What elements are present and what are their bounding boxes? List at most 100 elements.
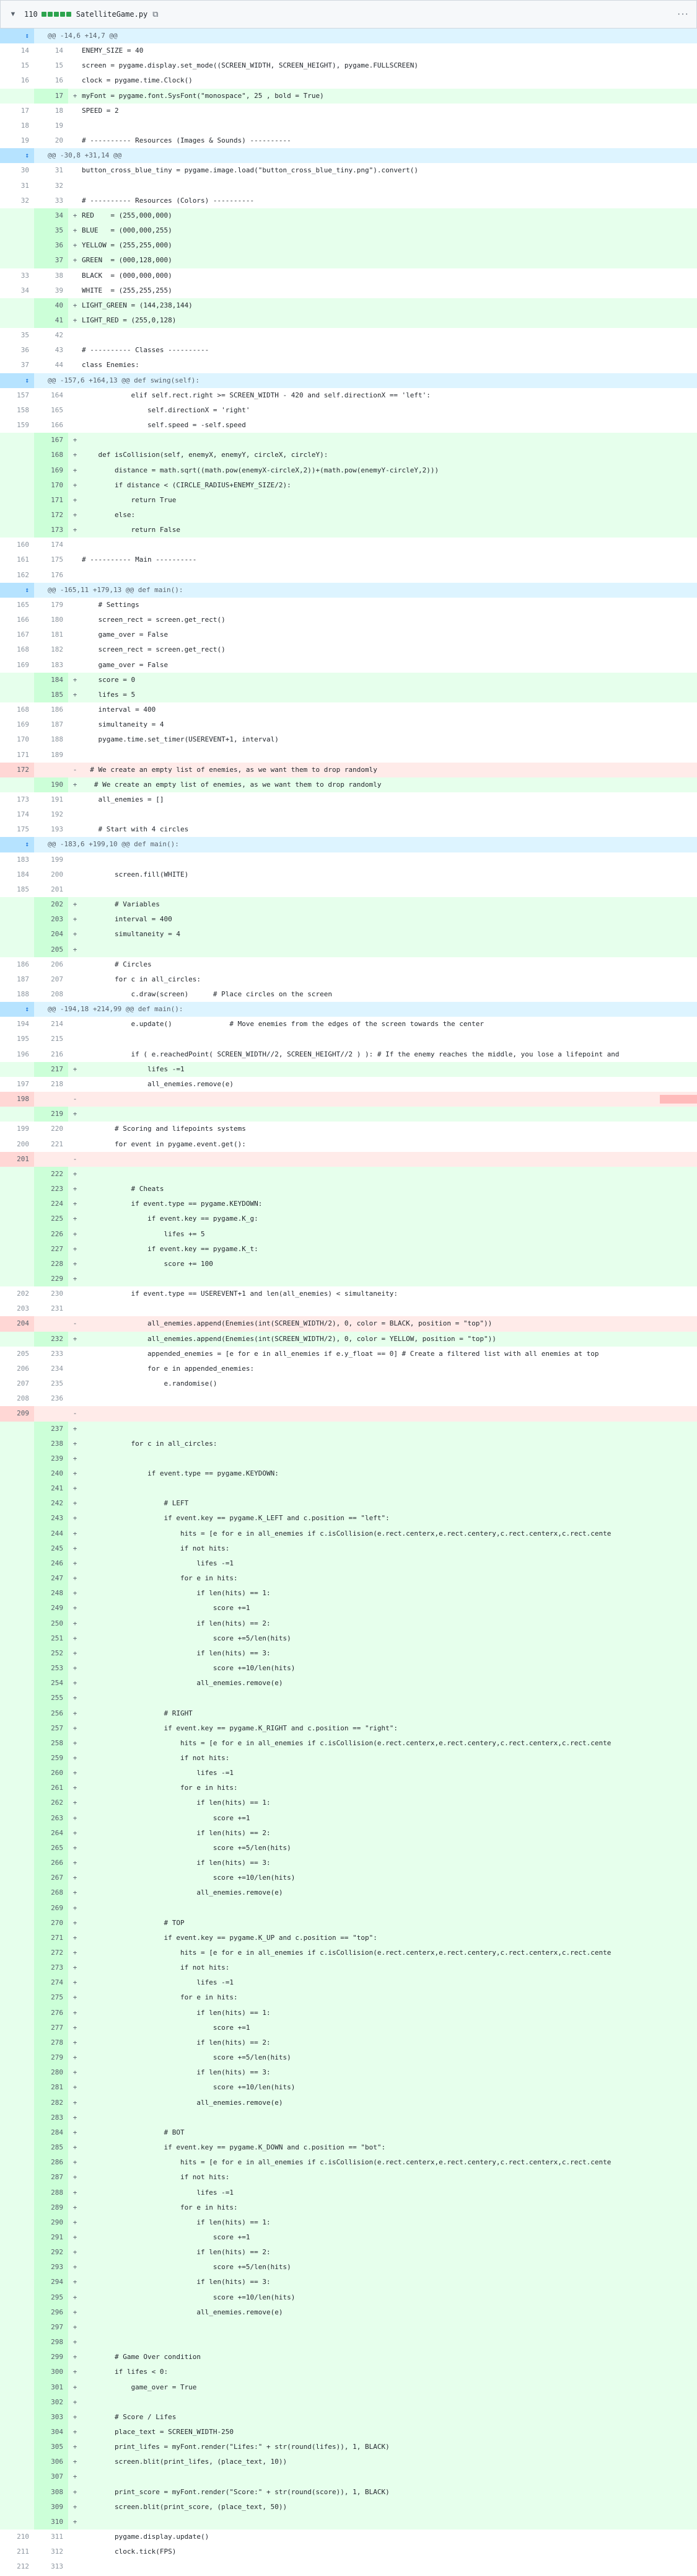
old-line-number[interactable]: 174 bbox=[0, 807, 34, 822]
new-line-number[interactable]: 220 bbox=[34, 1122, 68, 1136]
new-line-number[interactable]: 248 bbox=[34, 1586, 68, 1601]
old-line-number[interactable]: 205 bbox=[0, 1347, 34, 1361]
old-line-number[interactable]: 171 bbox=[0, 748, 34, 763]
new-line-number[interactable]: 183 bbox=[34, 658, 68, 673]
old-line-number[interactable]: 15 bbox=[0, 58, 34, 73]
new-line-number[interactable]: 19 bbox=[34, 118, 68, 133]
new-line-number[interactable]: 170 bbox=[34, 477, 68, 493]
new-line-number[interactable]: 262 bbox=[34, 1795, 68, 1811]
new-line-number[interactable]: 257 bbox=[34, 1720, 68, 1736]
new-line-number[interactable]: 199 bbox=[34, 852, 68, 867]
old-line-number[interactable]: 202 bbox=[0, 1286, 34, 1301]
new-line-number[interactable]: 184 bbox=[34, 672, 68, 688]
old-line-number[interactable]: 210 bbox=[0, 2530, 34, 2544]
new-line-number[interactable]: 216 bbox=[34, 1047, 68, 1062]
chevron-down-icon[interactable]: ▼ bbox=[8, 9, 18, 19]
new-line-number[interactable]: 293 bbox=[34, 2260, 68, 2275]
new-line-number[interactable]: 175 bbox=[34, 552, 68, 567]
new-line-number[interactable]: 264 bbox=[34, 1825, 68, 1841]
new-line-number[interactable]: 15 bbox=[34, 58, 68, 73]
expand-icon[interactable]: ↕ bbox=[25, 840, 29, 848]
old-line-number[interactable]: 14 bbox=[0, 43, 34, 58]
new-line-number[interactable]: 309 bbox=[34, 2499, 68, 2515]
new-line-number[interactable]: 35 bbox=[34, 223, 68, 239]
new-line-number[interactable]: 311 bbox=[34, 2530, 68, 2544]
new-line-number[interactable]: 302 bbox=[34, 2394, 68, 2410]
new-line-number[interactable]: 306 bbox=[34, 2454, 68, 2470]
old-line-number[interactable]: 30 bbox=[0, 163, 34, 178]
new-line-number[interactable]: 34 bbox=[34, 208, 68, 224]
new-line-number[interactable]: 250 bbox=[34, 1616, 68, 1631]
file-name-link[interactable]: SatelliteGame.py bbox=[76, 10, 148, 19]
new-line-number[interactable]: 221 bbox=[34, 1137, 68, 1152]
new-line-number[interactable]: 283 bbox=[34, 2110, 68, 2125]
new-line-number[interactable]: 165 bbox=[34, 403, 68, 418]
new-line-number[interactable]: 208 bbox=[34, 987, 68, 1002]
old-line-number[interactable]: 188 bbox=[0, 987, 34, 1002]
new-line-number[interactable]: 238 bbox=[34, 1436, 68, 1451]
old-line-number[interactable]: 32 bbox=[0, 193, 34, 208]
new-line-number[interactable]: 168 bbox=[34, 448, 68, 463]
new-line-number[interactable]: 249 bbox=[34, 1601, 68, 1616]
new-line-number[interactable]: 235 bbox=[34, 1376, 68, 1391]
new-line-number[interactable]: 292 bbox=[34, 2245, 68, 2260]
new-line-number[interactable]: 297 bbox=[34, 2319, 68, 2335]
old-line-number[interactable]: 17 bbox=[0, 104, 34, 118]
new-line-number[interactable]: 289 bbox=[34, 2200, 68, 2215]
new-line-number[interactable]: 222 bbox=[34, 1166, 68, 1182]
new-line-number[interactable]: 42 bbox=[34, 328, 68, 343]
old-line-number[interactable]: 212 bbox=[0, 2559, 34, 2574]
new-line-number[interactable]: 245 bbox=[34, 1541, 68, 1556]
new-line-number[interactable]: 169 bbox=[34, 463, 68, 478]
new-line-number[interactable]: 304 bbox=[34, 2425, 68, 2440]
old-line-number[interactable]: 169 bbox=[0, 717, 34, 732]
old-line-number[interactable]: 203 bbox=[0, 1301, 34, 1316]
old-line-number[interactable]: 158 bbox=[0, 403, 34, 418]
expand-icon[interactable]: ↕ bbox=[25, 1005, 29, 1013]
new-line-number[interactable]: 295 bbox=[34, 2290, 68, 2305]
new-line-number[interactable]: 258 bbox=[34, 1735, 68, 1751]
old-line-number[interactable]: 35 bbox=[0, 328, 34, 343]
new-line-number[interactable]: 242 bbox=[34, 1496, 68, 1512]
new-line-number[interactable]: 272 bbox=[34, 1945, 68, 1961]
new-line-number[interactable]: 260 bbox=[34, 1766, 68, 1781]
new-line-number[interactable]: 275 bbox=[34, 1990, 68, 2006]
old-line-number[interactable]: 194 bbox=[0, 1017, 34, 1032]
old-line-number[interactable]: 165 bbox=[0, 598, 34, 613]
new-line-number[interactable]: 259 bbox=[34, 1750, 68, 1766]
new-line-number[interactable]: 179 bbox=[34, 598, 68, 613]
new-line-number[interactable]: 36 bbox=[34, 238, 68, 254]
new-line-number[interactable]: 31 bbox=[34, 163, 68, 178]
old-line-number[interactable]: 159 bbox=[0, 418, 34, 433]
expand-icon[interactable]: ↕ bbox=[25, 586, 29, 594]
new-line-number[interactable]: 294 bbox=[34, 2275, 68, 2290]
new-line-number[interactable]: 266 bbox=[34, 1856, 68, 1871]
new-line-number[interactable]: 44 bbox=[34, 358, 68, 373]
expand-icon[interactable]: ↕ bbox=[25, 32, 29, 40]
new-line-number[interactable]: 164 bbox=[34, 388, 68, 403]
new-line-number[interactable]: 240 bbox=[34, 1466, 68, 1482]
new-line-number[interactable]: 286 bbox=[34, 2155, 68, 2171]
new-line-number[interactable]: 285 bbox=[34, 2140, 68, 2156]
new-line-number[interactable]: 279 bbox=[34, 2050, 68, 2066]
new-line-number[interactable]: 265 bbox=[34, 1840, 68, 1856]
new-line-number[interactable]: 38 bbox=[34, 268, 68, 283]
old-line-number[interactable]: 169 bbox=[0, 658, 34, 673]
new-line-number[interactable]: 215 bbox=[34, 1032, 68, 1047]
new-line-number[interactable]: 313 bbox=[34, 2559, 68, 2574]
expand-icon[interactable]: ↕ bbox=[25, 376, 29, 384]
new-line-number[interactable]: 282 bbox=[34, 2095, 68, 2110]
new-line-number[interactable]: 17 bbox=[34, 88, 68, 104]
new-line-number[interactable]: 276 bbox=[34, 2005, 68, 2021]
new-line-number[interactable]: 176 bbox=[34, 568, 68, 583]
new-line-number[interactable]: 253 bbox=[34, 1661, 68, 1676]
new-line-number[interactable]: 274 bbox=[34, 1975, 68, 1991]
old-line-number[interactable]: 196 bbox=[0, 1047, 34, 1062]
new-line-number[interactable]: 268 bbox=[34, 1885, 68, 1901]
new-line-number[interactable]: 299 bbox=[34, 2350, 68, 2365]
new-line-number[interactable]: 301 bbox=[34, 2379, 68, 2395]
new-line-number[interactable]: 271 bbox=[34, 1930, 68, 1945]
new-line-number[interactable]: 247 bbox=[34, 1571, 68, 1587]
new-line-number[interactable]: 180 bbox=[34, 613, 68, 627]
new-line-number[interactable]: 33 bbox=[34, 193, 68, 208]
